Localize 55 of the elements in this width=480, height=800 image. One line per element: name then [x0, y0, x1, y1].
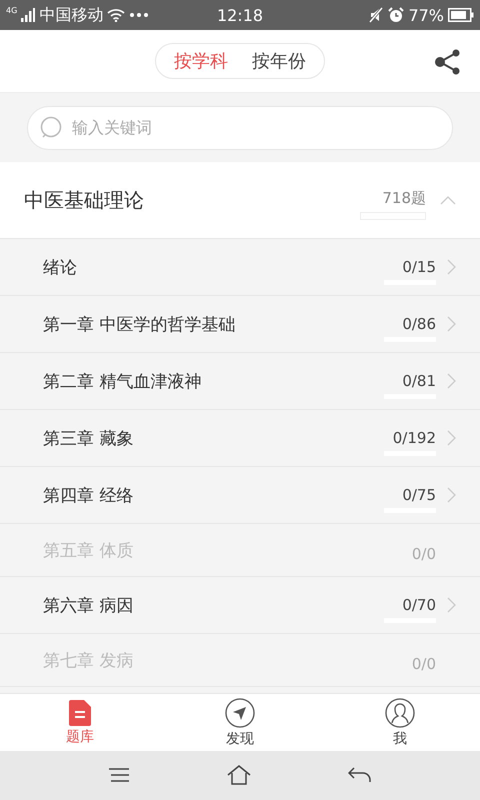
tab-item[interactable]: 题库: [0, 694, 160, 751]
tab-item[interactable]: 我: [320, 694, 480, 751]
chapter-title: 第一章 中医学的哲学基础: [43, 314, 236, 336]
signal-icon: [21, 8, 36, 22]
more-icon: [129, 12, 150, 18]
home-icon: [226, 764, 251, 784]
chapter-progress: 0/75: [402, 486, 436, 504]
chapter-title: 第七章 发病: [43, 650, 134, 672]
chapter-row[interactable]: 第一章 中医学的哲学基础 0/86: [0, 296, 480, 353]
chapter-row[interactable]: 第三章 藏象 0/192: [0, 410, 480, 467]
chapter-progress: 0/0: [412, 545, 436, 563]
network-type: 4G: [6, 6, 18, 15]
chapter-title: 第六章 病因: [43, 594, 134, 616]
battery-percent: 77%: [408, 6, 444, 24]
search-bar[interactable]: 输入关键词: [27, 106, 453, 150]
chapter-progress: 0/70: [402, 596, 436, 614]
chevron-right-icon: [446, 597, 458, 613]
alarm-icon: [388, 7, 404, 23]
search-field[interactable]: 输入关键词: [70, 117, 440, 138]
mute-icon: [368, 7, 384, 23]
chapter-progress: 0/86: [402, 314, 436, 332]
category-title: 中医基础理论: [24, 186, 145, 214]
chapter-row[interactable]: 绪论 0/15: [0, 239, 480, 296]
chapter-progress: 0/0: [412, 655, 436, 673]
chapter-title: 第四章 经络: [43, 484, 134, 506]
chapter-row[interactable]: 第二章 精气血津液神 0/81: [0, 353, 480, 410]
chapter-title: 第三章 藏象: [43, 428, 134, 450]
tab-item[interactable]: 发现: [160, 694, 320, 751]
menu-icon: [108, 768, 130, 782]
chevron-right-icon: [446, 316, 458, 332]
segment-tab[interactable]: 按学科: [164, 49, 238, 73]
chapter-title: 第二章 精气血津液神: [43, 370, 202, 392]
document-icon: [68, 700, 92, 726]
wifi-icon: [107, 8, 126, 22]
share-icon[interactable]: [434, 48, 462, 76]
chapter-progress: 0/192: [392, 428, 436, 446]
question-count: 718题: [382, 188, 426, 208]
chevron-right-icon: [446, 259, 458, 275]
chapter-title: 绪论: [43, 256, 78, 278]
carrier-name: 中国移动: [39, 4, 104, 26]
chapter-progress: 0/15: [402, 258, 436, 276]
chapter-row[interactable]: 第四章 经络 0/75: [0, 467, 480, 524]
chevron-right-icon: [446, 430, 458, 446]
category-header[interactable]: 中医基础理论 718题: [0, 162, 480, 239]
clock-time: 12:18: [216, 6, 264, 24]
chevron-right-icon: [446, 487, 458, 503]
chapter-progress: 0/81: [402, 372, 436, 390]
chapter-title: 第五章 体质: [43, 540, 134, 562]
battery-icon: [448, 8, 474, 22]
chevron-right-icon: [446, 373, 458, 389]
segment-tab[interactable]: 按年份: [242, 49, 316, 73]
search-icon: [40, 116, 64, 140]
back-icon: [348, 766, 372, 782]
user-icon: [385, 698, 415, 728]
chapter-row[interactable]: 第六章 病因 0/70: [0, 577, 480, 634]
